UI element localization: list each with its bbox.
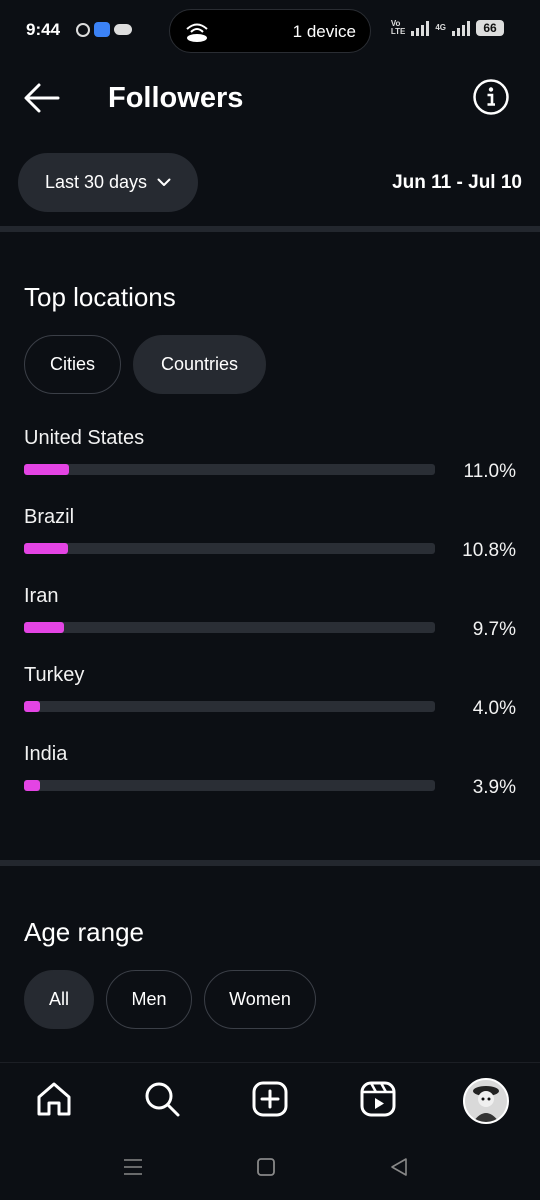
location-percent: 9.7% [472, 619, 516, 640]
date-range-dropdown[interactable]: Last 30 days [18, 153, 198, 212]
system-indicators: Vo LTE 4G 66 [391, 20, 504, 36]
location-percent: 10.8% [462, 540, 516, 561]
search-icon[interactable] [142, 1079, 182, 1119]
status-time: 9:44 [26, 20, 61, 39]
home-icon[interactable] [34, 1079, 74, 1119]
location-bar-fill [24, 622, 64, 633]
age-range-title: Age range [24, 917, 144, 947]
avatar-image [465, 1080, 507, 1122]
location-bar-track [24, 622, 435, 633]
hotspot-icon [186, 23, 208, 42]
top-locations-title: Top locations [24, 282, 176, 312]
cloud-icon [114, 24, 132, 35]
profile-avatar[interactable] [463, 1078, 509, 1124]
chip-men[interactable]: Men [106, 970, 192, 1029]
signal-icon [411, 20, 430, 36]
connected-devices-pill[interactable]: 1 device [169, 9, 371, 53]
chip-all[interactable]: All [24, 970, 94, 1029]
bottom-navigation [0, 1062, 540, 1138]
volte-indicator: Vo LTE [390, 19, 406, 36]
location-bar-fill [24, 543, 69, 554]
chip-women[interactable]: Women [204, 970, 316, 1029]
date-range-label: Last 30 days [44, 172, 148, 192]
location-bar-track [24, 464, 435, 475]
signal-icon-2 [452, 20, 470, 36]
location-bar-fill [24, 464, 70, 475]
app-notification-icon [94, 22, 110, 37]
home-button-icon[interactable] [253, 1154, 279, 1180]
location-name: Turkey [24, 664, 85, 686]
devices-count: 1 device [292, 22, 356, 41]
location-name: India [24, 743, 68, 765]
section-divider [0, 860, 540, 866]
info-icon[interactable] [472, 78, 510, 116]
location-name: United States [24, 427, 145, 449]
location-bar-fill [24, 701, 41, 712]
system-navigation [0, 1140, 540, 1200]
reels-icon[interactable] [358, 1079, 398, 1119]
section-divider [0, 226, 540, 232]
notification-icons [76, 22, 132, 37]
network-type: 4G [435, 23, 446, 32]
location-bar-track [24, 701, 435, 712]
create-icon[interactable] [250, 1079, 290, 1119]
chevron-down-icon [157, 178, 171, 186]
page-title: Followers [108, 82, 244, 114]
back-button-icon[interactable] [386, 1154, 412, 1180]
chip-countries[interactable]: Countries [133, 335, 266, 394]
messenger-icon [76, 22, 90, 37]
location-bar-fill [24, 780, 41, 791]
location-name: Brazil [24, 506, 75, 528]
chip-cities[interactable]: Cities [24, 335, 121, 394]
top-bar: Followers [0, 70, 540, 126]
location-percent: 11.0% [463, 461, 516, 482]
location-name: Iran [24, 585, 59, 607]
date-range-text: Jun 11 - Jul 10 [392, 172, 522, 193]
location-percent: 3.9% [472, 777, 516, 798]
location-bar-track [24, 543, 435, 554]
recents-icon[interactable] [120, 1154, 146, 1180]
location-percent: 4.0% [472, 698, 516, 719]
status-bar: 9:44 1 device Vo LTE 4G 66 [0, 0, 540, 62]
location-bar-track [24, 780, 435, 791]
battery-icon: 66 [476, 20, 504, 36]
back-arrow-icon[interactable] [22, 80, 62, 116]
